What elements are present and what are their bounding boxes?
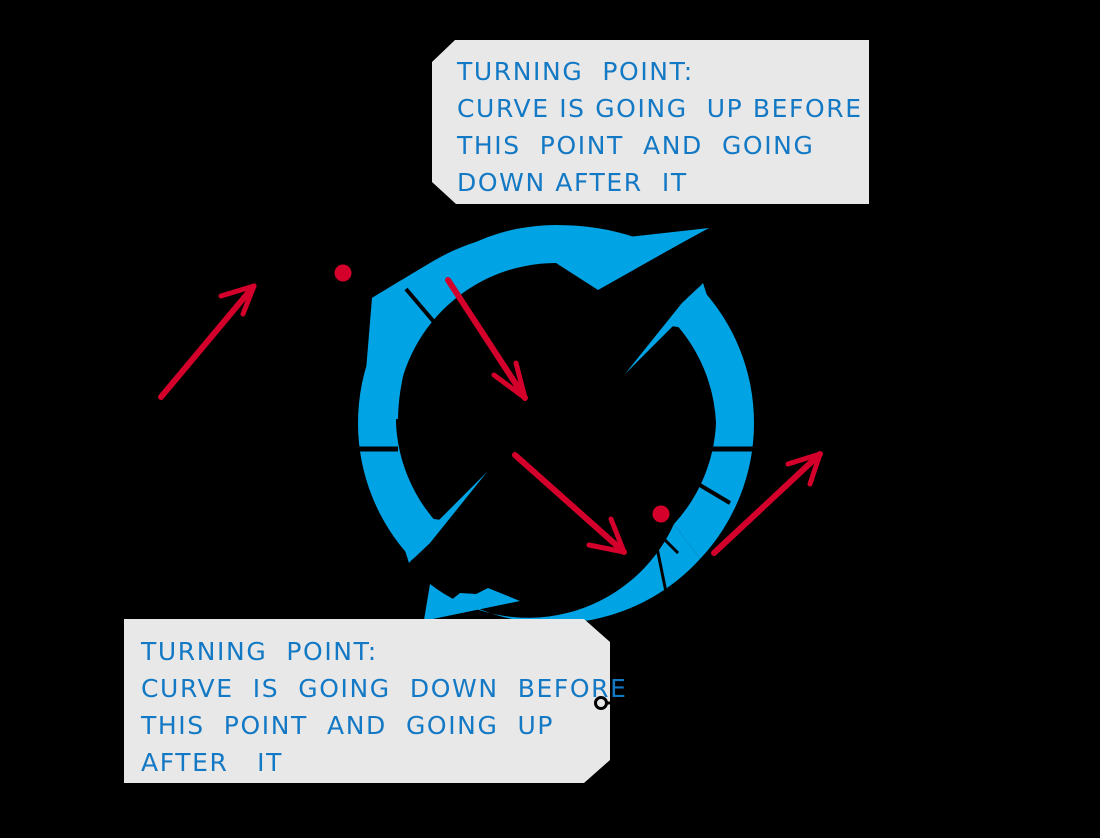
bottom-note-line-4: AFTER IT [141, 748, 283, 777]
upper-left-pointer-arrow [158, 283, 257, 400]
bottom-note-line-3: THIS POINT AND GOING UP [140, 711, 554, 740]
lower-center-pointer-arrow [512, 452, 627, 555]
top-note-line-4: DOWN AFTER IT [457, 168, 688, 197]
lower-turning-point-dot [652, 505, 670, 523]
upper-center-pointer-arrow [445, 277, 528, 401]
top-note-line-3: THIS POINT AND GOING [456, 131, 814, 160]
upper-turning-point-dot [334, 264, 352, 282]
circular-double-arrow-graphic [357, 225, 755, 624]
top-note-line-2: CURVE IS GOING UP BEFORE [457, 94, 863, 123]
blue-ring-right-lower [674, 423, 755, 559]
top-note[interactable]: TURNING POINT: CURVE IS GOING UP BEFORE … [425, 40, 869, 204]
bottom-note-line-2: CURVE IS GOING DOWN BEFORE [141, 674, 628, 703]
figure-canvas: TURNING POINT: CURVE IS GOING UP BEFORE … [0, 0, 1100, 838]
bottom-note-line-1: TURNING POINT: [140, 637, 378, 666]
bottom-note[interactable]: TURNING POINT: CURVE IS GOING DOWN BEFOR… [124, 619, 628, 783]
top-note-line-1: TURNING POINT: [456, 57, 694, 86]
figure-svg: TURNING POINT: CURVE IS GOING UP BEFORE … [124, 40, 869, 783]
